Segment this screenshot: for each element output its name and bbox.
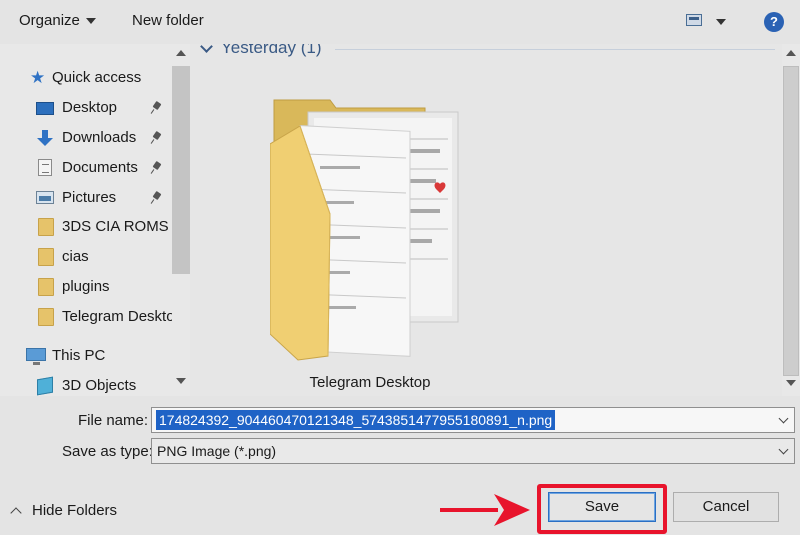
sidebar-item-desktop[interactable]: Desktop [0, 95, 172, 121]
computer-icon [26, 348, 46, 365]
pin-icon [152, 102, 162, 114]
save-type-label: Save as type: [62, 443, 153, 460]
chevron-down-icon [200, 44, 213, 53]
scroll-up-icon[interactable] [786, 50, 796, 56]
file-name-value: 174824392_904460470121348_57438514779551… [156, 410, 556, 430]
organize-button[interactable]: Organize [19, 12, 96, 29]
sidebar-item-label: Downloads [62, 129, 137, 146]
sidebar-item-documents[interactable]: Documents [0, 155, 172, 181]
new-folder-button[interactable]: New folder [132, 12, 204, 29]
save-form: File name: 174824392_904460470121348_574… [0, 396, 800, 535]
folder-icon [38, 248, 54, 266]
documents-icon [38, 159, 52, 176]
file-list: Yesterday (1) Telegram Desktop [190, 44, 782, 396]
group-divider [335, 49, 775, 50]
sidebar-item-label: This PC [52, 347, 106, 364]
sidebar-item-pictures[interactable]: Pictures [0, 185, 172, 211]
sidebar-item-label: Quick access [52, 69, 142, 86]
folder-icon [270, 99, 459, 361]
group-title: Yesterday (1) [221, 44, 322, 57]
star-icon: ★ [30, 68, 46, 87]
sidebar-item-3d-objects[interactable]: 3D Objects [0, 373, 172, 396]
sidebar-item-label: 3D Objects [62, 377, 137, 394]
save-type-value: PNG Image (*.png) [157, 443, 277, 459]
file-name-input[interactable]: 174824392_904460470121348_57438514779551… [151, 407, 795, 433]
scroll-down-icon[interactable] [786, 380, 796, 386]
file-item-label: Telegram Desktop [309, 374, 431, 391]
folder-icon [38, 218, 54, 236]
toolbar: Organize New folder ? [0, 0, 800, 44]
file-list-scrollbar[interactable] [782, 44, 800, 396]
pin-icon [152, 162, 162, 174]
save-type-select[interactable]: PNG Image (*.png) [151, 438, 795, 464]
3d-objects-icon [37, 376, 53, 396]
group-header[interactable]: Yesterday (1) [200, 44, 322, 58]
hide-folders-button[interactable]: Hide Folders [10, 502, 118, 519]
sidebar-item-label: 3DS CIA ROMS [62, 218, 169, 235]
cancel-button[interactable]: Cancel [673, 492, 779, 522]
scroll-down-icon[interactable] [176, 378, 186, 384]
highlight-box [537, 484, 667, 534]
scrollbar-thumb[interactable] [783, 66, 799, 376]
sidebar-item-label: plugins [62, 278, 110, 295]
pictures-icon [36, 191, 54, 204]
sidebar-item-label: cias [62, 248, 89, 265]
sidebar-item-label: Documents [62, 159, 138, 176]
desktop-icon [36, 102, 54, 115]
file-item-telegram-desktop[interactable]: Telegram Desktop [270, 94, 470, 394]
navigation-pane: ★ Quick access Desktop Downloads Documen… [0, 44, 190, 396]
scroll-up-icon[interactable] [176, 50, 186, 56]
chevron-down-icon[interactable] [778, 413, 789, 424]
chevron-down-icon [778, 444, 789, 455]
sidebar-item-label: Pictures [62, 189, 117, 206]
navigation-scrollbar[interactable] [172, 44, 190, 396]
folder-icon [38, 278, 54, 296]
organize-label: Organize [19, 12, 80, 29]
scrollbar-thumb[interactable] [172, 66, 190, 274]
file-name-label: File name: [78, 412, 149, 429]
sidebar-item-label: Telegram Deskto [62, 308, 172, 325]
sidebar-item-telegram-desktop[interactable]: Telegram Deskto [0, 304, 172, 330]
sidebar-item-quick-access[interactable]: ★ Quick access [0, 65, 172, 91]
sidebar-item-label: Desktop [62, 99, 118, 116]
sidebar-item-this-pc[interactable]: This PC [0, 343, 172, 369]
chevron-down-icon [85, 18, 96, 25]
chevron-up-icon [10, 507, 22, 519]
view-options-chevron-icon[interactable] [716, 19, 726, 25]
pin-icon [152, 132, 162, 144]
arrow-right-icon [440, 494, 530, 526]
sidebar-item-downloads[interactable]: Downloads [0, 125, 172, 151]
pin-icon [152, 192, 162, 204]
folder-icon [38, 308, 54, 326]
download-icon [36, 130, 54, 146]
sidebar-item-cias[interactable]: cias [0, 244, 172, 270]
change-view-icon[interactable] [686, 14, 702, 26]
sidebar-item-3ds-cia-roms[interactable]: 3DS CIA ROMS [0, 214, 172, 240]
sidebar-item-plugins[interactable]: plugins [0, 274, 172, 300]
hide-folders-label: Hide Folders [32, 502, 118, 519]
help-icon[interactable]: ? [764, 12, 784, 32]
